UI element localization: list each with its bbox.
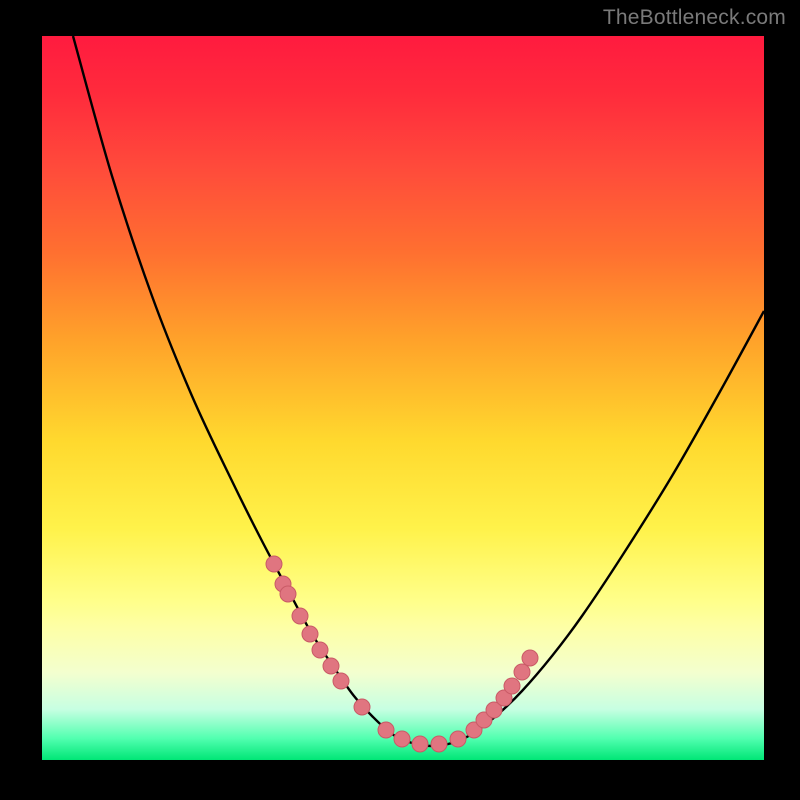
marker-dot bbox=[312, 642, 328, 658]
bottleneck-curve bbox=[73, 36, 764, 746]
marker-dot bbox=[354, 699, 370, 715]
marker-dot bbox=[323, 658, 339, 674]
marker-dot bbox=[450, 731, 466, 747]
plot-area bbox=[42, 36, 764, 760]
marker-dot bbox=[394, 731, 410, 747]
marker-dot bbox=[431, 736, 447, 752]
marker-dot bbox=[522, 650, 538, 666]
marker-dot bbox=[266, 556, 282, 572]
marker-dot bbox=[514, 664, 530, 680]
marker-dot bbox=[412, 736, 428, 752]
marker-dot bbox=[292, 608, 308, 624]
marker-dot bbox=[378, 722, 394, 738]
marker-dot bbox=[280, 586, 296, 602]
marker-dots bbox=[266, 556, 538, 752]
watermark-text: TheBottleneck.com bbox=[603, 6, 786, 30]
marker-dot bbox=[302, 626, 318, 642]
marker-dot bbox=[333, 673, 349, 689]
chart-frame: TheBottleneck.com bbox=[0, 0, 800, 800]
curve-layer bbox=[42, 36, 764, 760]
marker-dot bbox=[504, 678, 520, 694]
